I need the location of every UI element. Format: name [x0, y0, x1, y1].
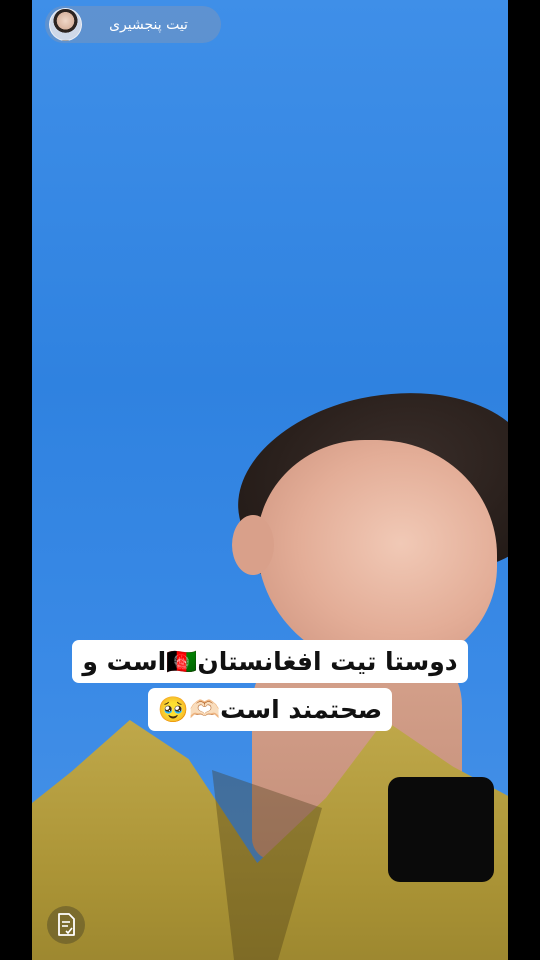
caption-line-1: دوستا تیت افغانستان🇦🇫است و	[72, 640, 468, 684]
document-button[interactable]	[47, 906, 85, 944]
caption-line-2-wrap: صحتمند است🫶🏻🥹	[0, 688, 540, 732]
profile-avatar-icon[interactable]	[49, 8, 82, 41]
caption-line-2: صحتمند است🫶🏻🥹	[147, 688, 393, 732]
profile-name[interactable]: تیت پنجشیری	[82, 17, 221, 33]
caption-line-1-wrap: دوستا تیت افغانستان🇦🇫است و	[0, 640, 540, 684]
black-overlay-box	[388, 777, 494, 882]
profile-pill[interactable]: تیت پنجشیری	[45, 6, 221, 43]
photo-ear	[232, 515, 274, 575]
document-check-icon	[58, 913, 75, 936]
photo-face	[257, 440, 497, 670]
